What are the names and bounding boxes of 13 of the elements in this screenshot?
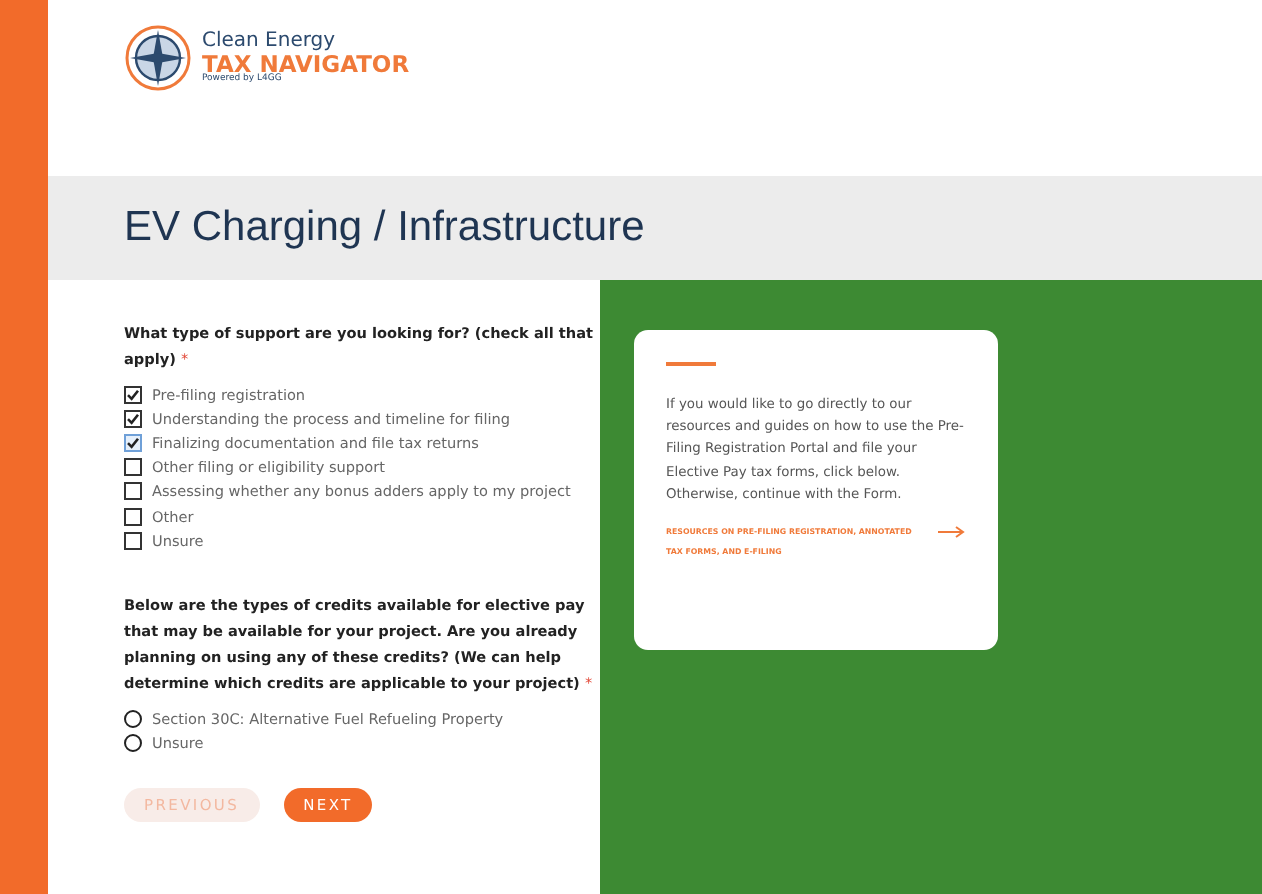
checkbox[interactable] [124,409,142,428]
page-title: EV Charging / Infrastructure [124,204,645,252]
checkbox[interactable] [124,482,142,501]
checkbox[interactable] [124,433,142,452]
checkbox[interactable] [124,531,142,550]
radio-button[interactable] [124,734,142,753]
checkbox[interactable] [124,507,142,526]
radio-button[interactable] [124,709,142,728]
checkbox[interactable] [124,385,142,404]
logo-text: Clean Energy [202,29,338,52]
checkbox[interactable] [124,458,142,477]
compass-icon [124,24,192,92]
arrow-icon [938,526,966,539]
